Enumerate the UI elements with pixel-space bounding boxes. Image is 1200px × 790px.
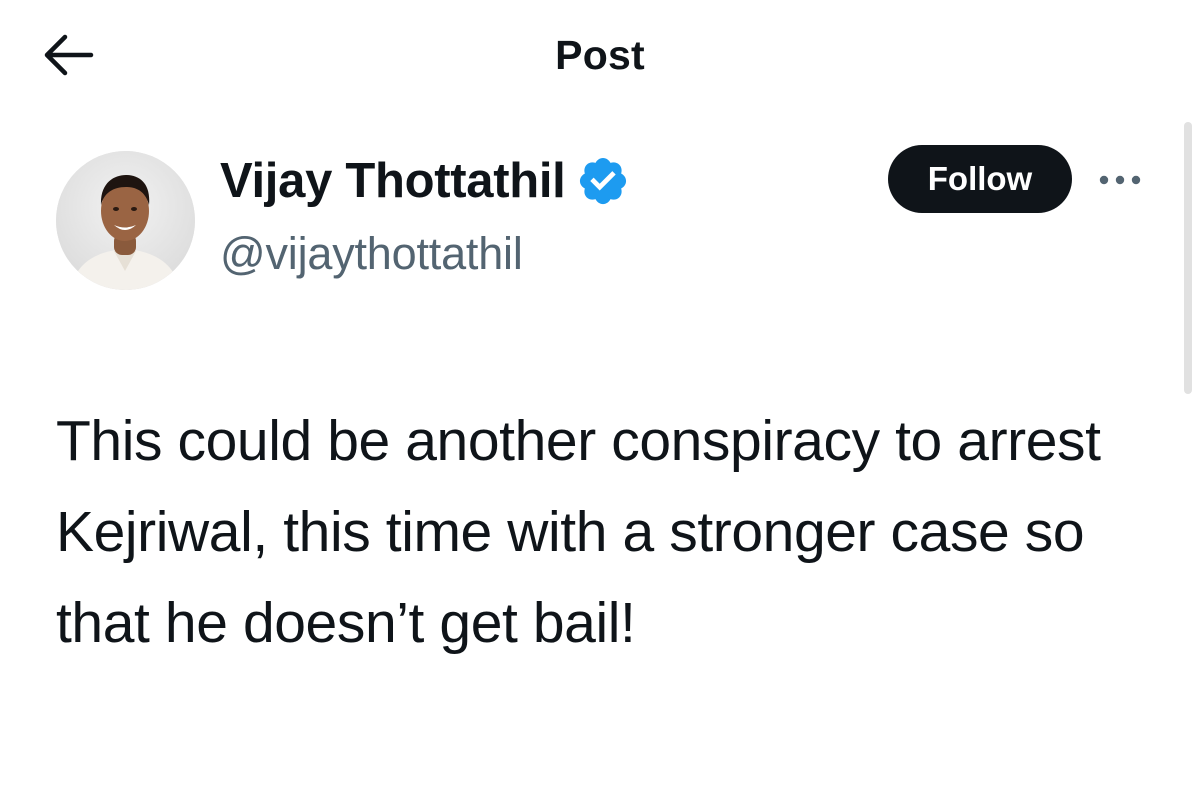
author-display-name[interactable]: Vijay Thottathil — [220, 153, 566, 209]
top-bar: Post — [0, 0, 1200, 110]
post-text: This could be another conspiracy to arre… — [56, 409, 1101, 655]
page-title: Post — [555, 32, 645, 78]
more-options-button[interactable] — [1094, 160, 1146, 200]
author-name-row: Vijay Thottathil — [220, 146, 630, 216]
scrollbar[interactable] — [1184, 122, 1192, 394]
follow-button[interactable]: Follow — [888, 145, 1072, 213]
verified-badge-icon[interactable] — [576, 154, 630, 208]
more-horizontal-icon — [1099, 175, 1141, 185]
avatar[interactable] — [56, 151, 195, 290]
author-handle[interactable]: @vijaythottathil — [220, 228, 523, 280]
avatar-photo — [56, 151, 195, 290]
